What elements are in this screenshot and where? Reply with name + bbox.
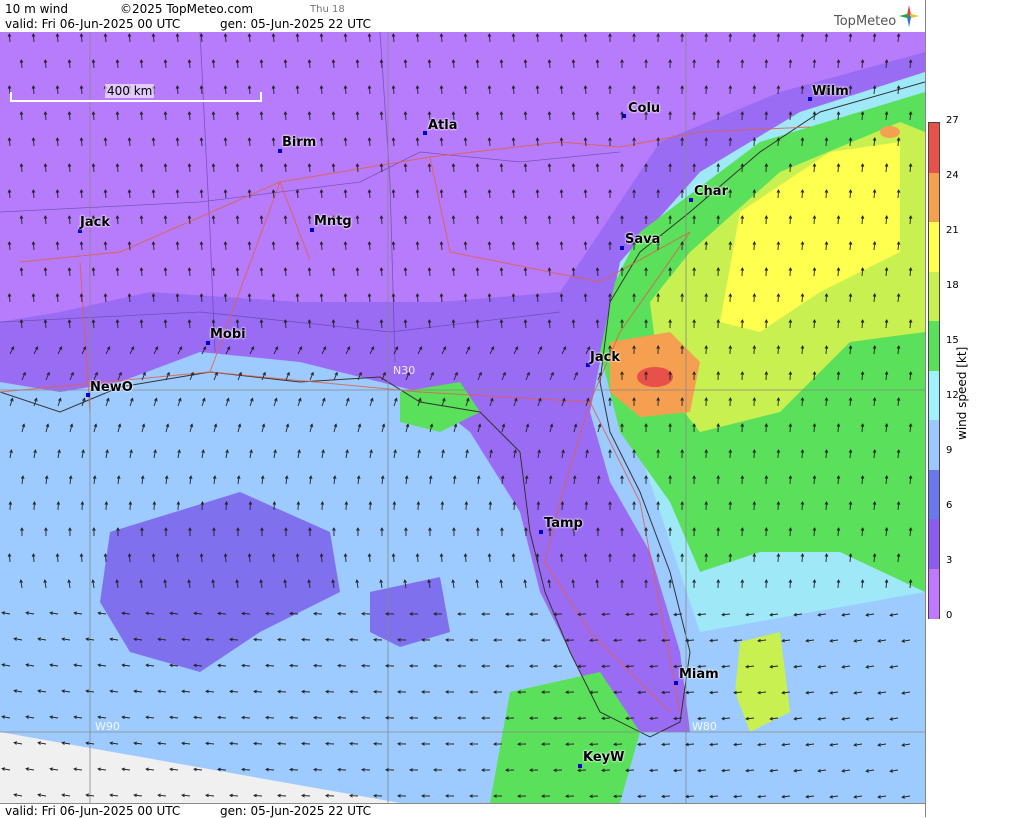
day-label: Thu 18 — [310, 4, 345, 15]
wind-field-svg — [0, 32, 925, 803]
city-jack-west: Jack — [80, 215, 110, 230]
city-marker — [620, 246, 624, 250]
colorbar-segment — [929, 371, 939, 421]
colorbar-tick-label: 6 — [946, 500, 952, 511]
city-marker — [423, 131, 427, 135]
wind-speed-colorbar — [928, 122, 940, 619]
city-keyw: KeyW — [583, 750, 624, 765]
colorbar-segment — [929, 420, 939, 470]
lon-label-w80: W80 — [692, 720, 717, 733]
city-miam: Miam — [679, 667, 719, 682]
gen-time: gen: 05-Jun-2025 22 UTC — [220, 17, 371, 31]
city-marker — [622, 114, 626, 118]
colorbar-segment — [929, 272, 939, 322]
city-marker — [689, 198, 693, 202]
colorbar-tick-label: 27 — [946, 115, 959, 126]
colorbar-segment — [929, 123, 939, 173]
colorbar-tick-label: 15 — [946, 335, 959, 346]
footer-valid-time: valid: Fri 06-Jun-2025 00 UTC — [5, 804, 180, 818]
city-wilm: Wilm — [812, 84, 849, 99]
footer-gen-time: gen: 05-Jun-2025 22 UTC — [220, 804, 371, 818]
city-marker — [674, 681, 678, 685]
city-tamp: Tamp — [544, 516, 583, 531]
wind-map[interactable]: 400 km N30 W90 W80 Wilm Colu Atla Birm C… — [0, 32, 925, 803]
copyright-text: ©2025 TopMeteo.com — [120, 2, 253, 16]
colorbar-segment — [929, 519, 939, 569]
city-colu: Colu — [628, 101, 660, 116]
colorbar-segment — [929, 321, 939, 371]
lon-label-w90: W90 — [95, 720, 120, 733]
colorbar-tick-label: 3 — [946, 555, 952, 566]
city-mobi: Mobi — [210, 327, 246, 342]
city-jack-east: Jack — [590, 350, 620, 365]
city-newo: NewO — [90, 380, 133, 395]
city-char: Char — [694, 184, 728, 199]
colorbar-tick-label: 21 — [946, 225, 959, 236]
city-sava: Sava — [625, 232, 660, 247]
colorbar-tick-label: 0 — [946, 610, 952, 621]
colorbar-tick-label: 18 — [946, 280, 959, 291]
colorbar-tick-label: 9 — [946, 445, 952, 456]
topmeteo-logo: TopMeteo — [834, 14, 896, 29]
colorbar-segment — [929, 569, 939, 619]
colorbar-segment — [929, 470, 939, 520]
compass-icon — [898, 4, 920, 28]
city-atla: Atla — [428, 118, 458, 133]
colorbar-tick-label: 24 — [946, 170, 959, 181]
product-title: 10 m wind — [5, 2, 68, 16]
city-mntg: Mntg — [314, 214, 352, 229]
scale-label: 400 km — [105, 84, 154, 98]
map-footer: valid: Fri 06-Jun-2025 00 UTC gen: 05-Ju… — [0, 803, 925, 818]
city-marker — [539, 530, 543, 534]
colorbar-segment — [929, 173, 939, 223]
valid-time: valid: Fri 06-Jun-2025 00 UTC — [5, 17, 180, 31]
city-marker — [578, 764, 582, 768]
colorbar-title: wind speed [kt] — [955, 347, 969, 440]
colorbar-segment — [929, 222, 939, 272]
lat-label: N30 — [393, 364, 415, 377]
city-birm: Birm — [282, 135, 316, 150]
map-header: 10 m wind ©2025 TopMeteo.com Thu 18 vali… — [0, 0, 925, 33]
